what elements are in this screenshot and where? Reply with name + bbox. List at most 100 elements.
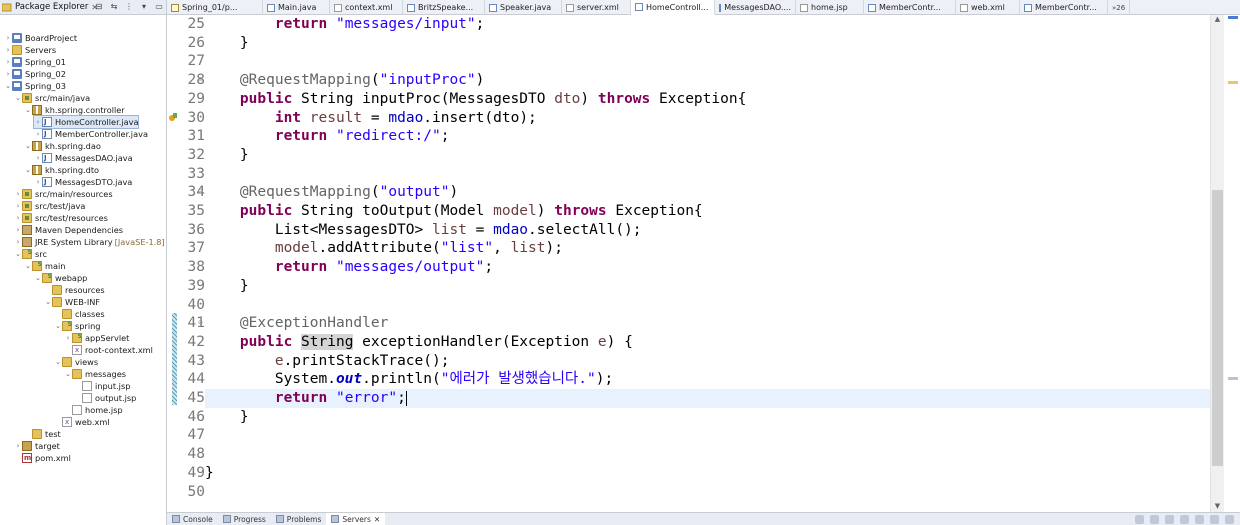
editor-tab[interactable]: HomeControll... (631, 0, 715, 15)
fold-toggle-icon[interactable]: ⊖ (198, 77, 204, 83)
code-line[interactable]: public String exceptionHandler(Exception… (205, 333, 1210, 352)
expand-toggle-icon[interactable]: › (4, 68, 12, 80)
tree-item[interactable]: › Spring_02 (4, 68, 66, 80)
expand-toggle-icon[interactable]: › (34, 128, 42, 140)
editor-tab[interactable]: web.xml (956, 0, 1020, 15)
start-icon[interactable] (1165, 515, 1174, 524)
expand-toggle-icon[interactable]: ⌄ (4, 80, 12, 92)
tree-item[interactable]: › BoardProject (4, 32, 77, 44)
tree-item[interactable]: input.jsp (74, 380, 130, 392)
code-line[interactable] (205, 483, 1210, 502)
editor-tab[interactable]: MemberContr... (864, 0, 956, 15)
tree-item[interactable]: ⌄ messages (64, 368, 126, 380)
code-line[interactable]: @ExceptionHandler (205, 314, 1210, 333)
code-line[interactable]: List<MessagesDTO> list = mdao.selectAll(… (205, 221, 1210, 240)
code-line[interactable]: public String inputProc(MessagesDTO dto)… (205, 90, 1210, 109)
code-line[interactable]: @RequestMapping("inputProc") (205, 71, 1210, 90)
code-line[interactable]: @RequestMapping("output") (205, 183, 1210, 202)
tree-item[interactable]: ⌄ kh.spring.controller (24, 104, 125, 116)
tree-item[interactable]: › MessagesDAO.java (34, 152, 133, 164)
expand-toggle-icon[interactable]: › (64, 332, 72, 344)
tree-item[interactable]: › src/test/java (14, 200, 85, 212)
tree-item[interactable]: output.jsp (74, 392, 136, 404)
stop-icon[interactable] (1195, 515, 1204, 524)
collapse-all-icon[interactable]: ⊟ (94, 2, 104, 12)
expand-toggle-icon[interactable]: › (4, 32, 12, 44)
code-line[interactable] (205, 165, 1210, 184)
tree-item[interactable]: › HomeController.java (32, 115, 140, 129)
quick-fix-warning-icon[interactable] (169, 112, 179, 123)
expand-toggle-icon[interactable]: ⌄ (64, 368, 72, 380)
view-menu-icon[interactable]: ▾ (139, 2, 149, 12)
code-line[interactable]: } (205, 277, 1210, 296)
expand-toggle-icon[interactable]: ⌄ (24, 140, 32, 152)
tree-item[interactable]: › src/main/resources (14, 188, 113, 200)
editor-tab[interactable]: MessagesDAO.... (715, 0, 796, 15)
tree-item[interactable]: ⌄ views (54, 356, 98, 368)
debug-icon[interactable] (1150, 515, 1159, 524)
close-icon[interactable]: ✕ (374, 515, 380, 524)
expand-toggle-icon[interactable]: ⌄ (54, 356, 62, 368)
expand-toggle-icon[interactable]: › (34, 116, 42, 128)
code-line[interactable]: e.printStackTrace(); (205, 352, 1210, 371)
tree-item[interactable]: ⌄ WEB-INF (44, 296, 100, 308)
tree-item[interactable]: › MemberController.java (34, 128, 148, 140)
code-line[interactable]: return "messages/output"; (205, 258, 1210, 277)
clean-icon[interactable] (1225, 515, 1234, 524)
scroll-down-icon[interactable]: ▼ (1212, 502, 1223, 512)
bottom-view-tab[interactable]: Problems (271, 513, 327, 525)
expand-toggle-icon[interactable]: ⌄ (34, 272, 42, 284)
tree-item[interactable]: ⌄src (14, 247, 47, 260)
overview-ruler[interactable] (1226, 15, 1238, 512)
code-line[interactable] (205, 52, 1210, 71)
expand-toggle-icon[interactable]: ⌄ (24, 260, 32, 272)
tree-item[interactable]: test (24, 428, 61, 440)
expand-toggle-icon[interactable]: ⌄ (54, 320, 62, 332)
tree-item[interactable]: › Spring_01 (4, 56, 66, 68)
tree-item[interactable]: resources (44, 284, 105, 296)
new-server-icon[interactable] (1135, 515, 1144, 524)
tree-item[interactable]: pom.xml (14, 452, 71, 464)
code-line[interactable] (205, 445, 1210, 464)
tree-item[interactable]: ⌄main (24, 259, 65, 272)
scrollbar-thumb[interactable] (1212, 190, 1223, 466)
code-line[interactable]: model.addAttribute("list", list); (205, 239, 1210, 258)
expand-toggle-icon[interactable]: › (34, 176, 42, 188)
minimize-icon[interactable]: ▭ (154, 2, 164, 12)
code-line[interactable]: } (205, 464, 1210, 483)
fold-toggle-icon[interactable]: ⊖ (198, 189, 204, 195)
expand-toggle-icon[interactable]: › (14, 188, 22, 200)
code-line[interactable] (205, 426, 1210, 445)
editor-tab[interactable]: Main.java (263, 0, 330, 15)
editor-tab[interactable]: Speaker.java (485, 0, 562, 15)
tree-item[interactable]: › MessagesDTO.java (34, 176, 133, 188)
bottom-view-tab[interactable]: Console (167, 513, 218, 525)
overview-mark[interactable] (1228, 377, 1238, 380)
expand-toggle-icon[interactable]: › (34, 152, 42, 164)
overview-mark[interactable] (1228, 16, 1238, 19)
expand-toggle-icon[interactable]: › (14, 224, 22, 236)
bottom-view-tab[interactable]: Servers ✕ (326, 512, 386, 525)
tree-item[interactable]: web.xml (54, 416, 110, 428)
tree-item[interactable]: ⌄ src/main/java (14, 92, 90, 104)
package-explorer-title[interactable]: Package Explorer (15, 2, 88, 12)
link-with-editor-icon[interactable]: ⇆ (109, 2, 119, 12)
code-area[interactable]: return "messages/input"; } @RequestMappi… (205, 15, 1210, 512)
editor-tab[interactable]: server.xml (562, 0, 631, 15)
tree-item[interactable]: root-context.xml (64, 344, 153, 356)
tree-item[interactable]: › appServlet (64, 331, 129, 344)
tree-item[interactable]: › Maven Dependencies (14, 224, 123, 236)
tree-item[interactable]: ⌄ Spring_03 (4, 80, 66, 92)
code-line[interactable]: } (205, 34, 1210, 53)
code-line[interactable] (205, 296, 1210, 315)
expand-toggle-icon[interactable]: › (14, 200, 22, 212)
bottom-view-tab[interactable]: Progress (218, 513, 271, 525)
tab-overflow-button[interactable]: »26 (1108, 0, 1131, 15)
code-line[interactable]: } (205, 408, 1210, 427)
scroll-up-icon[interactable]: ▲ (1212, 15, 1223, 25)
expand-toggle-icon[interactable]: ⌄ (14, 92, 22, 104)
expand-toggle-icon[interactable]: › (4, 56, 12, 68)
fold-toggle-icon[interactable]: ⊖ (198, 320, 204, 326)
tree-item[interactable]: classes (54, 308, 105, 320)
overview-mark[interactable] (1228, 81, 1238, 84)
